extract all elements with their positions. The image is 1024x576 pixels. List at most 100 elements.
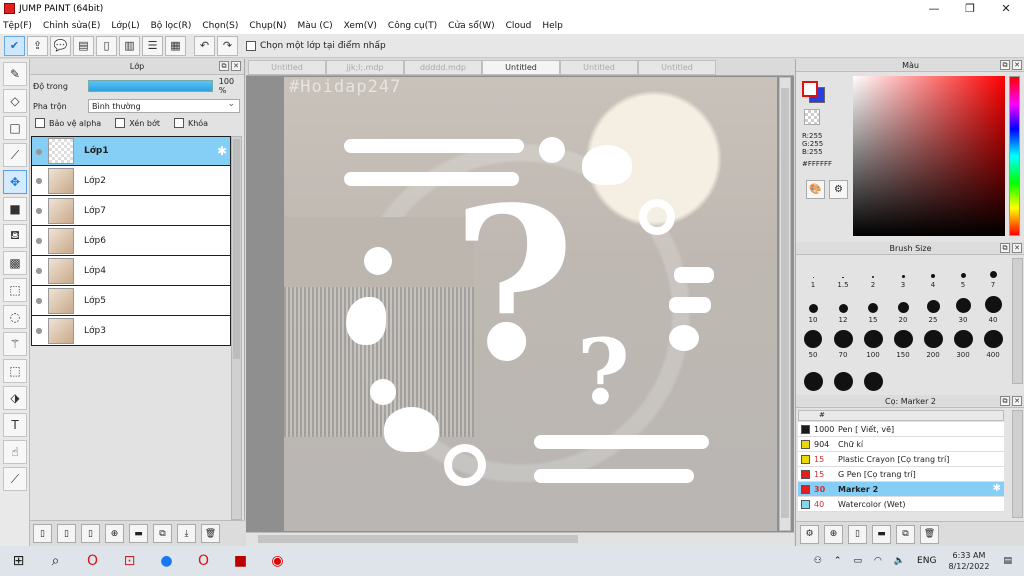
fill-rect-tool-icon[interactable]: ■ [3,197,27,221]
tab-document[interactable]: Untitled [560,60,638,75]
menu-window[interactable]: Cửa sổ(W) [448,21,494,31]
menu-color[interactable]: Màu (C) [298,21,333,31]
brush-size-cell[interactable]: 400 [978,330,1008,359]
opera-gx-icon[interactable]: O [185,546,222,576]
brush-size-cell[interactable]: 10 [798,295,828,324]
lasso-tool-icon[interactable]: ◌ [3,305,27,329]
brush-page-icon[interactable]: ▯ [848,524,867,544]
search-icon[interactable]: ⌕ [37,546,74,576]
rectangle-tool-icon[interactable]: □ [3,116,27,140]
tab-document[interactable]: Untitled [248,60,326,75]
opacity-slider[interactable] [87,80,213,92]
brush-list-item[interactable]: 30 Marker 2 ✱ [798,482,1004,497]
menu-snap[interactable]: Chụp(N) [249,21,286,31]
clip-checkbox[interactable] [115,118,126,128]
layer-row[interactable]: ● Lớp2 [31,166,231,196]
speech-bubble-icon[interactable]: 💬 [50,35,71,56]
brush-size-cell[interactable]: 200 [918,330,948,359]
layer-row[interactable]: ● Lớp1 ✱ [31,136,231,166]
app-grid-icon[interactable]: ⊡ [111,546,148,576]
jump-paint-taskbar-icon[interactable]: ■ [222,546,259,576]
magic-wand-tool-icon[interactable]: ⚚ [3,332,27,356]
brush-size-cell[interactable]: 100 [858,330,888,359]
brush-size-cell[interactable] [858,365,888,394]
brush-size-cell[interactable]: 25 [918,295,948,324]
panel-close-icon[interactable]: ✕ [231,61,241,71]
tab-document[interactable]: Untitled [638,60,716,75]
close-button[interactable]: ✕ [988,0,1024,17]
brush-size-cell[interactable]: 4 [918,260,948,289]
brush-list-scrollbar[interactable] [1012,410,1023,518]
eyedropper-tool-icon[interactable]: ⟋ [3,467,27,491]
duplicate-layer-icon[interactable]: ⧉ [153,524,172,543]
volume-icon[interactable]: 🔈 [894,556,905,566]
new-layer-icon[interactable]: ▯ [33,524,52,543]
detach-icon[interactable]: ⧉ [1000,396,1010,406]
rect-select-tool-icon[interactable]: ⬚ [3,278,27,302]
hand-tool-icon[interactable]: ☝ [3,440,27,464]
detach-icon[interactable]: ⧉ [219,61,229,71]
brush-list-item[interactable]: 904 Chữ kí [798,437,1004,452]
new-layer-1bit-icon[interactable]: ▯ [81,524,100,543]
document-icon[interactable]: ▥ [119,35,140,56]
brush-size-cell[interactable] [828,365,858,394]
select-layer-checkbox[interactable] [246,40,256,51]
brush-size-cell[interactable]: 7 [978,260,1008,289]
minimize-button[interactable]: — [916,0,952,17]
layer-row[interactable]: ● Lớp4 [31,256,231,286]
eye-icon[interactable]: ● [32,296,46,305]
line-tool-icon[interactable]: ⟋ [3,143,27,167]
eraser-tool-icon[interactable]: ◇ [3,89,27,113]
chevron-up-icon[interactable]: ⌃ [834,556,842,566]
brush-size-scrollbar[interactable] [1012,258,1023,384]
bucket-tool-icon[interactable]: ⛾ [3,224,27,248]
eye-icon[interactable]: ● [32,266,46,275]
panel-close-icon[interactable]: ✕ [1012,243,1022,253]
menu-file[interactable]: Tệp(F) [3,21,32,31]
select-layer-on-click-toggle[interactable]: Chọn một lớp tại điểm nhấp [246,40,386,51]
people-icon[interactable]: ⚇ [814,556,822,566]
select-eraser-tool-icon[interactable]: ⬗ [3,386,27,410]
brush-settings-icon[interactable]: ⚙ [800,524,819,544]
brush-size-cell[interactable]: 12 [828,295,858,324]
trash-icon[interactable]: 🗑 [920,524,939,544]
foreground-color-swatch[interactable] [802,81,818,97]
menu-view[interactable]: Xem(V) [344,21,377,31]
comment-box-icon[interactable]: ▤ [73,35,94,56]
trash-icon[interactable]: 🗑 [201,524,220,543]
brush-size-cell[interactable]: 300 [948,330,978,359]
brush-list-item[interactable]: 15 Plastic Crayon [Cọ trang trí] [798,452,1004,467]
gear-icon[interactable]: ✱ [993,483,1001,494]
transparent-color-swatch[interactable] [804,109,820,125]
gradient-tool-icon[interactable]: ▩ [3,251,27,275]
select-pen-tool-icon[interactable]: ⬚ [3,359,27,383]
layer-row[interactable]: ● Lớp5 [31,286,231,316]
opera-icon[interactable]: O [74,546,111,576]
text-tool-icon[interactable]: T [3,413,27,437]
detach-icon[interactable]: ⧉ [1000,60,1010,70]
windows-start-icon[interactable]: ⊞ [0,546,37,576]
palette-settings-icon[interactable]: ⚙ [829,180,848,199]
brush-size-cell[interactable] [798,365,828,394]
drawing-canvas[interactable]: #Hoidap247 ? ? [284,77,777,531]
brush-size-cell[interactable]: 50 [798,330,828,359]
layer-scrollbar[interactable] [231,136,242,520]
merge-layer-icon[interactable]: ⤓ [177,524,196,543]
brush-size-cell[interactable]: 30 [948,295,978,324]
eye-icon[interactable]: ● [32,176,46,185]
brush-size-cell[interactable]: 1 [798,260,828,289]
menu-filter[interactable]: Bộ lọc(R) [151,21,192,31]
zalo-icon[interactable]: ● [148,546,185,576]
brush-list-item[interactable]: 15 G Pen [Cọ trang trí] [798,467,1004,482]
wifi-icon[interactable]: ◠ [874,556,882,566]
folder-icon[interactable]: ▬ [129,524,148,543]
brush-size-cell[interactable]: 150 [888,330,918,359]
move-tool-icon[interactable]: ✥ [3,170,27,194]
battery-icon[interactable]: ▭ [853,556,862,566]
lock-checkbox[interactable] [173,118,184,128]
menu-layer[interactable]: Lớp(L) [111,21,139,31]
menu-tools[interactable]: Công cụ(T) [388,21,437,31]
list-icon[interactable]: ☰ [142,35,163,56]
brush-size-cell[interactable]: 3 [888,260,918,289]
pen-tool-icon[interactable]: ✎ [3,62,27,86]
